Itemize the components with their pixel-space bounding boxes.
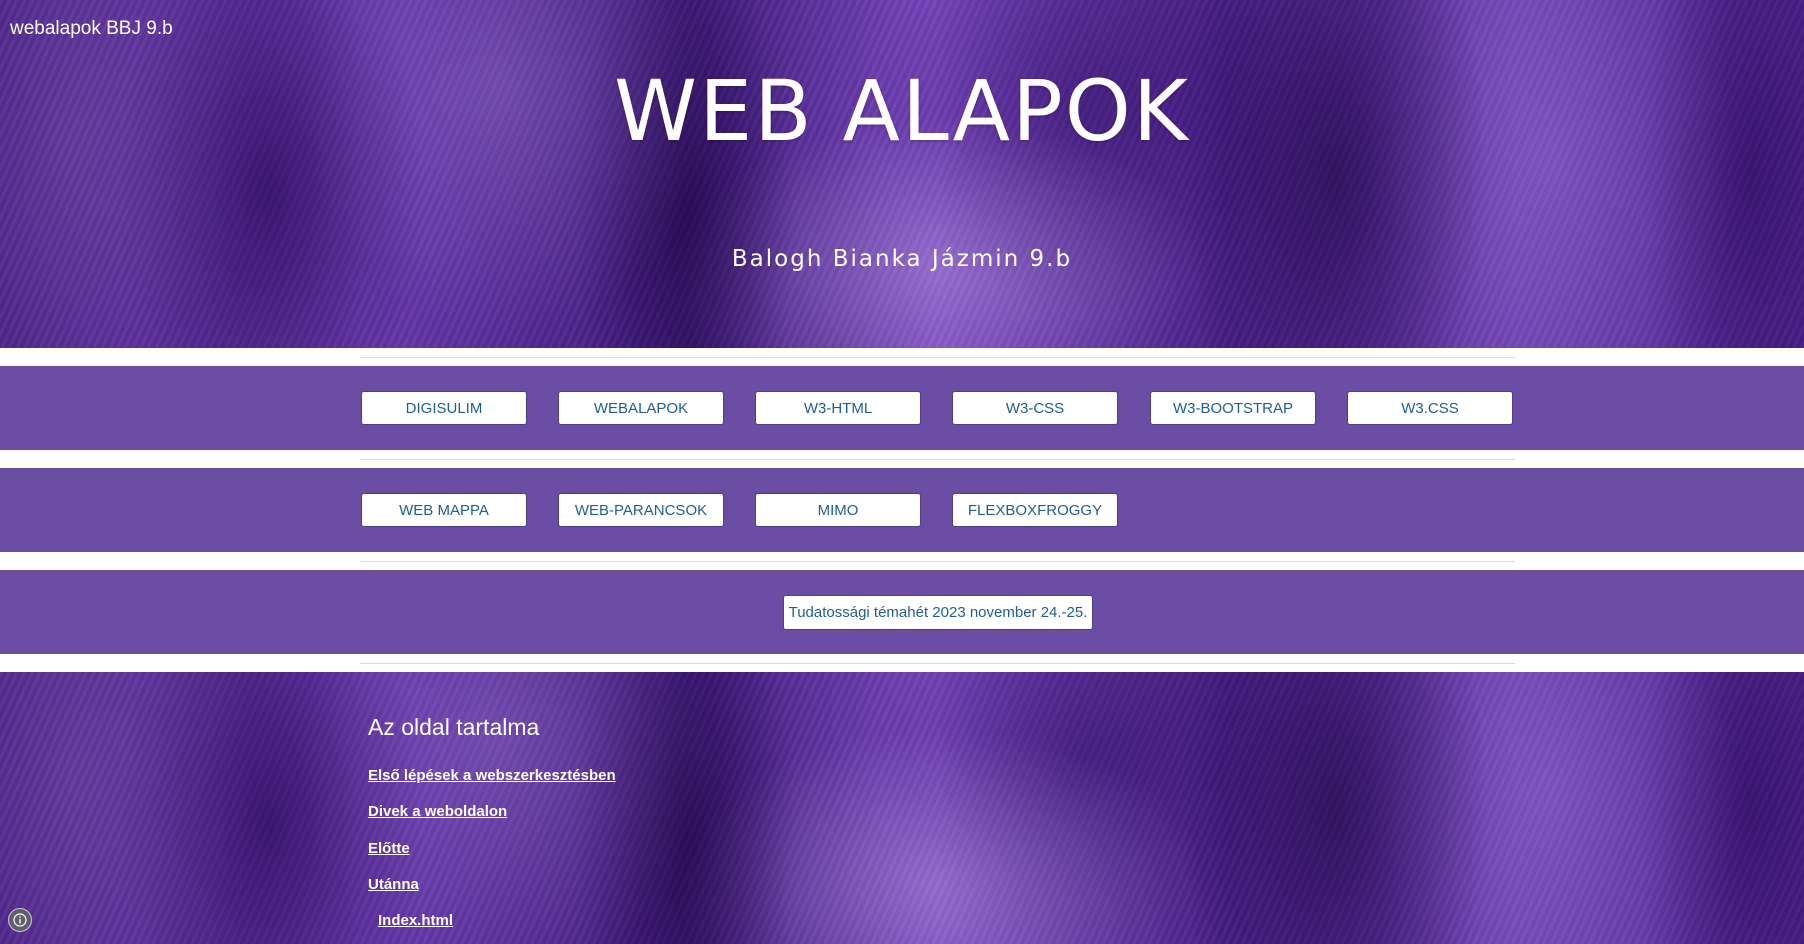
nav-button-flexboxfroggy[interactable]: FLEXBOXFROGGY [952,493,1118,527]
divider [360,459,1515,460]
toc-link-index-html[interactable]: Index.html [378,912,453,929]
nav-band-2: WEB MAPPA WEB-PARANCSOK MIMO FLEXBOXFROG… [0,468,1804,552]
toc-link-divek[interactable]: Divek a weboldalon [368,803,507,820]
nav-button-digisulim[interactable]: DIGISULIM [361,391,527,425]
content-section [0,672,1804,944]
nav-button-w3-bootstrap[interactable]: W3-BOOTSTRAP [1150,391,1316,425]
toc-link-elotte[interactable]: Előtte [368,840,410,857]
info-icon[interactable] [8,908,32,932]
nav-button-mimo[interactable]: MIMO [755,493,921,527]
nav-button-web-mappa[interactable]: WEB MAPPA [361,493,527,527]
divider [360,357,1515,358]
nav-button-w3css[interactable]: W3.CSS [1347,391,1513,425]
toc-heading: Az oldal tartalma [368,714,540,740]
divider [360,663,1515,664]
hero-banner: webalapok BBJ 9.b WEB ALAPOK Balogh Bian… [0,0,1804,348]
site-name[interactable]: webalapok BBJ 9.b [10,18,173,40]
info-glyph-icon [13,913,27,927]
toc-link-elso-lepesek[interactable]: Első lépések a webszerkesztésben [368,767,616,784]
nav-button-w3-css[interactable]: W3-CSS [952,391,1118,425]
nav-button-webalapok[interactable]: WEBALAPOK [558,391,724,425]
nav-band-1: DIGISULIM WEBALAPOK W3-HTML W3-CSS W3-BO… [0,366,1804,450]
toc-link-utanna[interactable]: Utánna [368,876,419,893]
divider [360,561,1515,562]
page-subtitle: Balogh Bianka Jázmin 9.b [731,246,1073,272]
nav-button-w3-html[interactable]: W3-HTML [755,391,921,425]
notice-button[interactable]: Tudatossági témahét 2023 november 24.-25… [783,595,1093,630]
page-title: WEB ALAPOK [614,62,1190,160]
nav-button-web-parancsok[interactable]: WEB-PARANCSOK [558,493,724,527]
